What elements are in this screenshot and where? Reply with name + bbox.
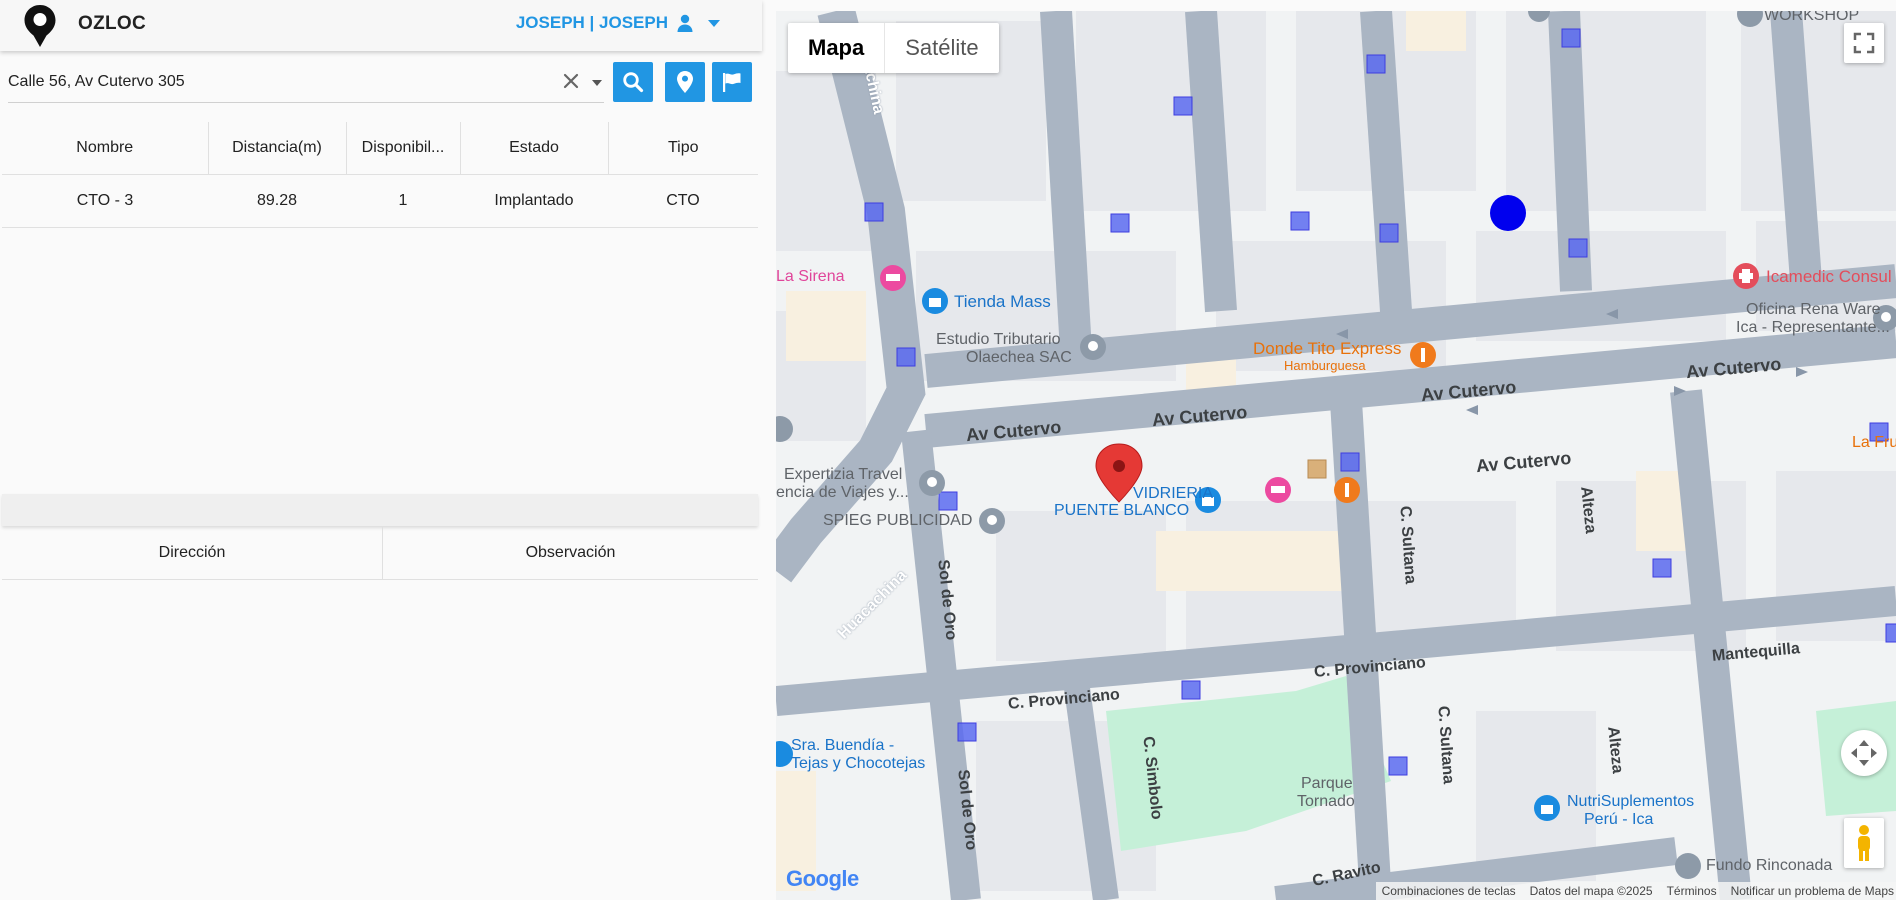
map-attribution: Combinaciones de teclas Datos del mapa ©… bbox=[1375, 882, 1896, 900]
pan-arrows-icon bbox=[1851, 740, 1877, 766]
column-header-disponibilidad[interactable]: Disponibil... bbox=[346, 122, 461, 175]
fullscreen-button[interactable] bbox=[1844, 23, 1884, 63]
place-label: Hamburguesa bbox=[1284, 358, 1366, 373]
column-header-direccion[interactable]: Dirección bbox=[2, 527, 383, 580]
app-brand: OZLOC bbox=[78, 13, 146, 34]
place-label: SPIEG PUBLICIDAD bbox=[823, 512, 973, 529]
chevron-down-icon bbox=[708, 19, 720, 27]
place-label: Sra. Buendía - bbox=[791, 737, 895, 754]
dropdown-caret-icon[interactable] bbox=[592, 80, 602, 86]
place-label: VIDRIERIA bbox=[1133, 485, 1214, 502]
place-label: Oficina Rena Ware bbox=[1746, 301, 1881, 318]
place-label: Perú - Ica bbox=[1584, 811, 1654, 828]
keyboard-shortcuts-link[interactable]: Combinaciones de teclas bbox=[1382, 884, 1516, 898]
place-label: Parque bbox=[1301, 775, 1353, 792]
current-location-dot bbox=[1490, 195, 1526, 231]
fullscreen-icon bbox=[1853, 32, 1875, 54]
map-type-map-button[interactable]: Mapa bbox=[788, 23, 884, 73]
map-data-text: Datos del mapa ©2025 bbox=[1529, 884, 1653, 898]
place-label: Tienda Mass bbox=[954, 292, 1051, 311]
details-header-row: Dirección Observación bbox=[2, 527, 758, 580]
left-panel: OZLOC JOSEPH | JOSEPH Calle 56, Av Cuter… bbox=[0, 0, 762, 900]
address-search-field[interactable] bbox=[8, 62, 604, 103]
report-problem-link[interactable]: Notificar un problema de Maps bbox=[1731, 884, 1894, 898]
flag-icon bbox=[723, 73, 741, 92]
map-marker-icon bbox=[677, 71, 693, 93]
user-menu[interactable]: JOSEPH | JOSEPH bbox=[516, 13, 720, 33]
camera-control-button[interactable] bbox=[1841, 730, 1887, 776]
place-label: PUENTE BLANCO bbox=[1054, 502, 1190, 519]
search-button[interactable] bbox=[613, 62, 653, 102]
close-icon[interactable] bbox=[558, 68, 584, 94]
place-label: La Sirena bbox=[776, 268, 845, 285]
cell-disponibilidad: 1 bbox=[346, 174, 460, 228]
flag-button[interactable] bbox=[712, 62, 752, 102]
search-input[interactable] bbox=[8, 66, 538, 98]
column-header-estado[interactable]: Estado bbox=[460, 122, 609, 175]
results-table: Nombre Distancia(m) Disponibil... Estado… bbox=[2, 122, 758, 228]
user-name: JOSEPH | JOSEPH bbox=[515, 13, 668, 32]
place-label: Fundo Rinconada bbox=[1706, 857, 1833, 874]
place-label: Icamedic Consul bbox=[1766, 267, 1892, 286]
place-label: Tejas y Chocotejas bbox=[791, 755, 926, 772]
details-table: Dirección Observación bbox=[2, 527, 758, 580]
google-logo: Google bbox=[786, 866, 859, 891]
user-icon bbox=[677, 14, 693, 32]
top-bar: OZLOC JOSEPH | JOSEPH bbox=[0, 0, 762, 51]
map-view[interactable]: Huacachina Av Cutervo Av Cutervo Av Cute… bbox=[776, 11, 1896, 900]
map-type-satellite-button[interactable]: Satélite bbox=[884, 23, 998, 73]
location-pin-logo-icon bbox=[24, 5, 56, 47]
cell-tipo: CTO bbox=[608, 174, 758, 228]
place-label: Ica - Representante... bbox=[1736, 319, 1890, 336]
cell-distancia: 89.28 bbox=[208, 174, 346, 228]
table-row[interactable]: CTO - 3 89.28 1 Implantado CTO bbox=[2, 174, 758, 228]
place-label: La Fru bbox=[1852, 434, 1896, 451]
map-type-toggle: Mapa Satélite bbox=[788, 23, 999, 73]
place-label: Expertizia Travel bbox=[784, 466, 903, 483]
section-divider bbox=[2, 494, 758, 526]
place-label: encia de Viajes y... bbox=[776, 484, 909, 501]
map-canvas[interactable] bbox=[776, 11, 1896, 900]
locate-button[interactable] bbox=[665, 62, 705, 102]
terms-link[interactable]: Términos bbox=[1667, 884, 1717, 898]
place-label: Estudio Tributario bbox=[936, 331, 1061, 348]
street-view-pegman-button[interactable] bbox=[1844, 818, 1884, 868]
place-label: Tornado bbox=[1297, 793, 1355, 810]
cell-estado: Implantado bbox=[460, 174, 608, 228]
table-header-row: Nombre Distancia(m) Disponibil... Estado… bbox=[2, 122, 758, 175]
column-header-nombre[interactable]: Nombre bbox=[2, 122, 209, 175]
search-icon bbox=[623, 72, 644, 93]
place-label: Donde Tito Express bbox=[1253, 339, 1402, 358]
pegman-icon bbox=[1858, 825, 1870, 861]
column-header-distancia[interactable]: Distancia(m) bbox=[208, 122, 347, 175]
column-header-tipo[interactable]: Tipo bbox=[608, 122, 758, 175]
place-label: Olaechea SAC bbox=[966, 349, 1072, 366]
column-header-observacion[interactable]: Observación bbox=[382, 527, 758, 580]
place-label: NutriSuplementos bbox=[1567, 793, 1695, 810]
cell-nombre: CTO - 3 bbox=[2, 174, 208, 228]
